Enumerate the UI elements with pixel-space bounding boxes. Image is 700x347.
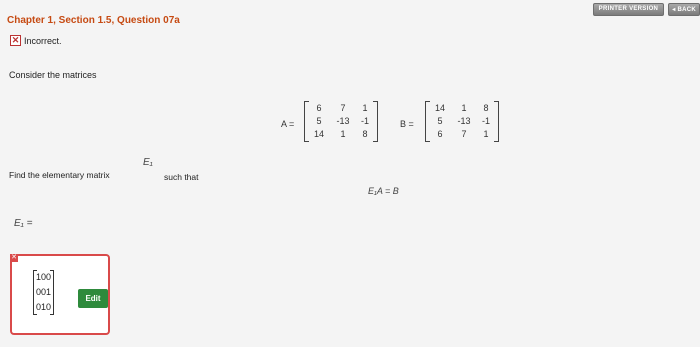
top-button-bar: PRINTER VERSION ◂ BACK: [592, 3, 700, 16]
matrix-a: 6 7 1 5 -13 -1 14 1 8: [304, 101, 378, 142]
answer-row: 100: [36, 272, 52, 282]
incorrect-icon: ✕: [10, 35, 21, 46]
matrix-b-cell: 14: [434, 103, 445, 113]
answer-matrix[interactable]: 100 001 010: [33, 270, 55, 315]
answer-row: 010: [36, 302, 52, 312]
find-text: Find the elementary matrix: [9, 170, 110, 180]
matrix-a-cell: 1: [340, 129, 346, 139]
consider-text: Consider the matrices: [9, 70, 97, 80]
matrix-a-cell: -1: [360, 116, 369, 126]
matrix-b-cell: 7: [461, 129, 467, 139]
status-text: Incorrect.: [24, 35, 62, 46]
edit-button[interactable]: Edit: [78, 289, 108, 308]
matrix-a-cell: -13: [336, 116, 350, 126]
equation-text: E₁A = B: [368, 186, 399, 196]
e1-symbol: E₁: [143, 157, 153, 168]
answer-row: 001: [36, 287, 52, 297]
matrix-b-cell: 8: [483, 103, 489, 113]
matrix-a-label: A =: [281, 119, 295, 129]
printer-version-button[interactable]: PRINTER VERSION: [592, 3, 665, 16]
matrix-a-cell: 14: [313, 129, 324, 139]
e1-equals-label: E₁ =: [14, 218, 33, 229]
matrix-b-cell: 6: [437, 129, 443, 139]
matrix-b-label: B =: [400, 119, 414, 129]
matrix-a-cell: 5: [316, 116, 322, 126]
matrix-a-cell: 6: [316, 103, 322, 113]
question-title: Chapter 1, Section 1.5, Question 07a: [7, 15, 180, 26]
matrix-a-cell: 1: [362, 103, 368, 113]
matrix-b-cell: -13: [457, 116, 471, 126]
answer-box: ✕ 100 001 010 Edit: [10, 254, 110, 335]
such-that-text: such that: [164, 172, 199, 182]
matrix-a-cell: 8: [362, 129, 368, 139]
matrix-b-cell: 5: [437, 116, 443, 126]
matrix-b-cell: -1: [481, 116, 490, 126]
back-button[interactable]: ◂ BACK: [668, 3, 700, 16]
incorrect-corner-icon: ✕: [10, 254, 18, 262]
matrix-b-cell: 1: [461, 103, 467, 113]
matrix-a-cell: 7: [340, 103, 346, 113]
matrix-b: 14 1 8 5 -13 -1 6 7 1: [425, 101, 499, 142]
status-row: ✕ Incorrect.: [10, 35, 62, 46]
matrix-b-cell: 1: [483, 129, 489, 139]
